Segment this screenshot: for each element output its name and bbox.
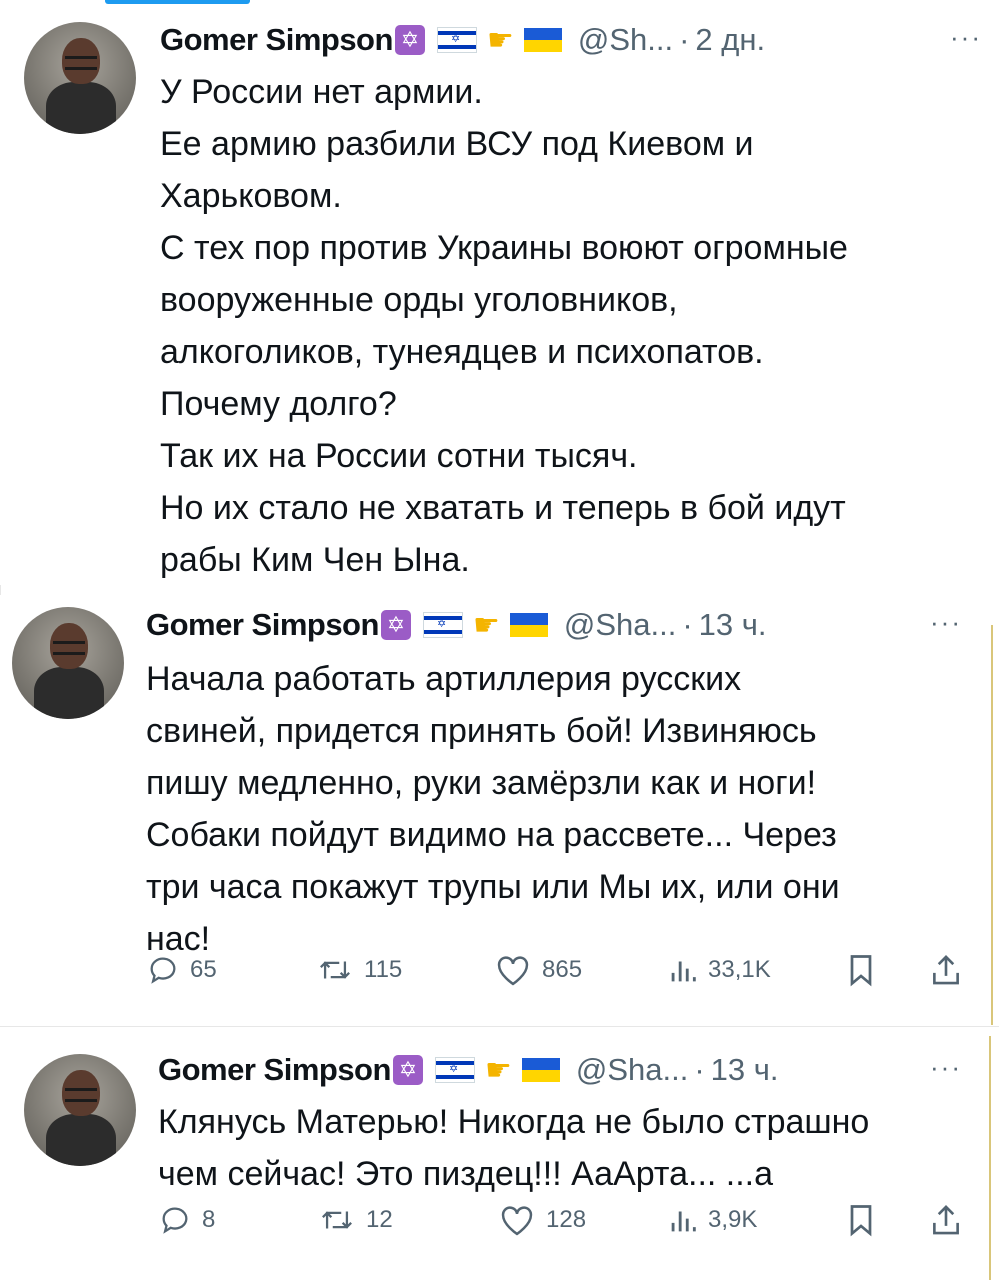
border <box>991 625 993 1025</box>
heart-icon <box>501 1206 533 1236</box>
tweet-header: Gomer Simpson ✡ ✡ ☚ @Sh... · 2 дн. <box>160 18 765 62</box>
ukraine-flag-icon <box>509 613 548 637</box>
retweet-button[interactable]: 12 <box>318 1203 393 1237</box>
bookmark-button[interactable] <box>846 952 886 988</box>
avatar[interactable] <box>24 22 136 134</box>
heart-icon <box>497 956 529 986</box>
border <box>989 1036 991 1280</box>
pointing-hand-icon: ☚ <box>472 608 500 642</box>
text-line: У России нет армии. <box>160 73 483 111</box>
more-options-icon[interactable]: ··· <box>930 1052 962 1083</box>
reply-count: 65 <box>190 956 217 983</box>
like-button[interactable]: 865 <box>494 953 582 987</box>
israel-flag-icon: ✡ <box>434 1057 475 1083</box>
separator-dot: · <box>682 607 693 642</box>
bookmark-icon <box>850 955 872 987</box>
share-icon <box>933 1205 959 1235</box>
text-line: Начала работать артиллерия русских <box>146 660 742 698</box>
author-name[interactable]: Gomer Simpson <box>146 607 379 643</box>
like-button[interactable]: 128 <box>498 1203 586 1237</box>
views-button[interactable]: 3,9K <box>668 1203 757 1237</box>
tweet-3[interactable]: Gomer Simpson ✡ ✡ ☚ @Sha... · 13 ч. ··· … <box>0 1028 999 1280</box>
more-options-icon[interactable]: ··· <box>950 22 982 53</box>
pointing-hand-icon: ☚ <box>484 1053 512 1087</box>
bookmark-icon <box>850 1205 872 1237</box>
retweet-button[interactable]: 115 <box>316 953 402 987</box>
reply-icon <box>162 1207 188 1234</box>
views-button[interactable]: 33,1K <box>668 953 771 987</box>
tweet-text: Клянусь Матерью! Никогда не было страшно… <box>158 1096 869 1200</box>
views-icon <box>671 1211 696 1232</box>
author-name[interactable]: Gomer Simpson <box>160 22 393 58</box>
pointing-hand-icon: ☚ <box>486 23 514 57</box>
separator-dot: · <box>679 22 690 57</box>
share-button[interactable] <box>930 952 972 988</box>
tweet-time[interactable]: 13 ч. <box>711 1052 779 1088</box>
text-line: С тех пор против Украины воюют огромные <box>160 229 848 267</box>
text-line: чем сейчас! Это пиздец!!! АаАрта... ...а <box>158 1155 774 1193</box>
share-button[interactable] <box>930 1202 972 1238</box>
more-options-icon[interactable]: ··· <box>930 607 962 638</box>
bookmark-button[interactable] <box>846 1202 886 1238</box>
separator-dot: · <box>694 1052 705 1087</box>
text-line: Так их на России сотни тысяч. <box>160 437 638 475</box>
avatar[interactable] <box>24 1054 136 1166</box>
views-count: 33,1K <box>708 956 771 983</box>
retweet-count: 12 <box>366 1206 393 1233</box>
tweet-header: Gomer Simpson ✡ ✡ ☚ @Sha... · 13 ч. <box>146 603 767 647</box>
tweet-2[interactable]: Gomer Simpson ✡ ✡ ☚ @Sha... · 13 ч. ··· … <box>0 595 999 1025</box>
tweet-text: Начала работать артиллерия русских свине… <box>146 653 840 965</box>
divider <box>0 1026 999 1027</box>
israel-flag-icon: ✡ <box>436 27 477 53</box>
author-handle[interactable]: @Sha... <box>564 607 676 643</box>
avatar[interactable] <box>12 607 124 719</box>
reply-icon <box>150 957 176 984</box>
author-handle[interactable]: @Sha... <box>576 1052 688 1088</box>
tweet-text: У России нет армии. Ее армию разбили ВСУ… <box>160 66 848 586</box>
like-count: 865 <box>542 956 583 983</box>
tweet-1[interactable]: Gomer Simpson ✡ ✡ ☚ @Sh... · 2 дн. ··· У… <box>0 0 999 585</box>
text-line: алкоголиков, тунеядцев и психопатов. <box>160 333 764 371</box>
text-line: пишу медленно, руки замёрзли как и ноги! <box>146 764 817 802</box>
views-icon <box>671 961 696 982</box>
text-line: рабы Ким Чен Ына. <box>160 541 470 579</box>
reply-button[interactable]: 65 <box>146 953 217 987</box>
like-count: 128 <box>546 1206 587 1233</box>
text-line: Ее армию разбили ВСУ под Киевом и <box>160 125 754 163</box>
star-of-david-icon: ✡ <box>380 610 411 640</box>
tweet-time[interactable]: 13 ч. <box>699 607 767 643</box>
screenshot-edge <box>0 585 1 595</box>
text-line: Клянусь Матерью! Никогда не было страшно <box>158 1103 870 1141</box>
share-icon <box>933 955 959 985</box>
text-line: Но их стало не хватать и теперь в бой ид… <box>160 489 846 527</box>
text-line: вооруженные орды уголовников, <box>160 281 678 319</box>
ukraine-flag-icon <box>523 28 562 52</box>
retweet-icon <box>322 1211 352 1229</box>
text-line: три часа покажут трупы или Мы их, или он… <box>146 868 840 906</box>
star-of-david-icon: ✡ <box>392 1055 423 1085</box>
text-line: Харьковом. <box>160 177 342 215</box>
retweet-icon <box>320 961 350 979</box>
tweet-header: Gomer Simpson ✡ ✡ ☚ @Sha... · 13 ч. <box>158 1048 779 1092</box>
ukraine-flag-icon <box>521 1058 560 1082</box>
text-line: свиней, придется принять бой! Извиняюсь <box>146 712 817 750</box>
text-line: Почему долго? <box>160 385 397 423</box>
tweet-time[interactable]: 2 дн. <box>695 22 765 58</box>
star-of-david-icon: ✡ <box>394 25 425 55</box>
reply-count: 8 <box>202 1206 216 1233</box>
author-name[interactable]: Gomer Simpson <box>158 1052 391 1088</box>
author-handle[interactable]: @Sh... <box>578 22 673 58</box>
reply-button[interactable]: 8 <box>158 1203 215 1237</box>
retweet-count: 115 <box>364 956 403 983</box>
text-line: Собаки пойдут видимо на рассвете... Чере… <box>146 816 837 854</box>
views-count: 3,9K <box>708 1206 758 1233</box>
israel-flag-icon: ✡ <box>422 612 463 638</box>
